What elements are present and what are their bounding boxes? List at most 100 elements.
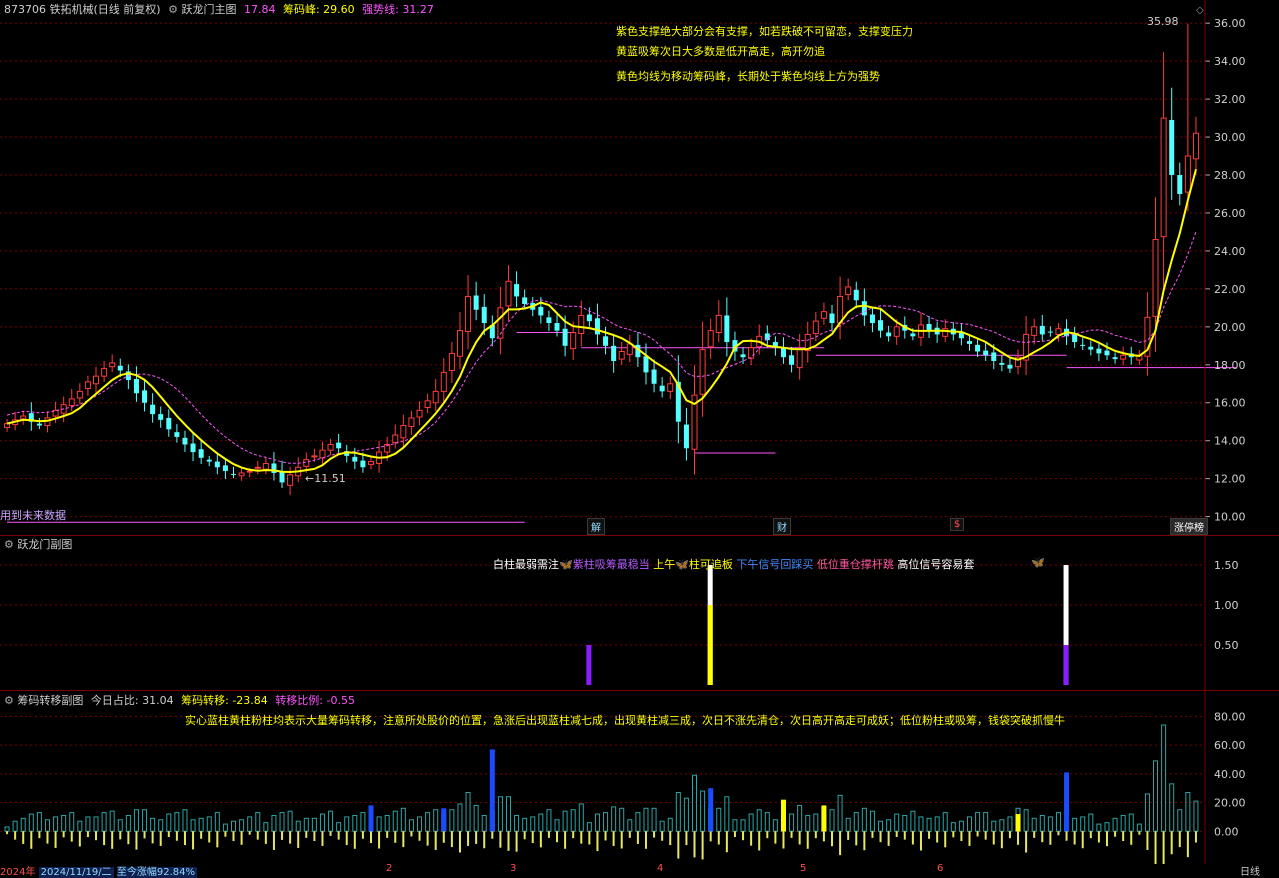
y-tick-label: 22.00 bbox=[1214, 283, 1246, 296]
flow-bar-up bbox=[158, 819, 164, 832]
flow-bar-down bbox=[628, 831, 631, 838]
candle-down bbox=[1039, 325, 1045, 335]
flow-bar-up bbox=[190, 819, 196, 832]
candle-up bbox=[707, 330, 714, 348]
flow-bar-down bbox=[458, 831, 461, 853]
flow-bar-up bbox=[611, 806, 617, 832]
flow-bar-down bbox=[750, 831, 753, 846]
marker-dollar[interactable]: $ bbox=[950, 518, 965, 531]
candle-down bbox=[230, 473, 237, 475]
flow-bar-down bbox=[1097, 831, 1100, 843]
flow-bar-up bbox=[878, 820, 884, 832]
candle-up bbox=[20, 415, 27, 420]
flow-bar-down bbox=[572, 831, 575, 839]
marker-limit-up-list[interactable]: 涨停榜 bbox=[1170, 518, 1208, 535]
flow-bar-up bbox=[36, 812, 42, 832]
flow-bar-up bbox=[311, 817, 317, 832]
candle-up bbox=[319, 449, 326, 459]
candle-up bbox=[424, 400, 431, 408]
flow-bar-up bbox=[1047, 816, 1053, 832]
security-name[interactable]: 873706 铁拓机械(日线 前复权) bbox=[4, 3, 161, 16]
marker-cai[interactable]: 财 bbox=[773, 518, 791, 535]
sub-settings-icon[interactable]: ⚙ bbox=[4, 538, 14, 551]
sub-panel-title[interactable]: 跃龙门副图 bbox=[17, 538, 72, 551]
flow-bar-up bbox=[1169, 783, 1175, 832]
flow-bar-down bbox=[855, 831, 858, 846]
price-low-label: ←11.51 bbox=[305, 472, 346, 485]
flow-bar-down bbox=[636, 831, 639, 844]
flow-bar-up bbox=[546, 809, 552, 832]
flow-bar-up bbox=[69, 812, 75, 832]
flow-bar-down bbox=[806, 831, 809, 849]
flow-bar-down bbox=[361, 831, 364, 839]
flow-settings-icon[interactable]: ⚙ bbox=[4, 694, 14, 707]
flow-bar-up bbox=[983, 812, 989, 832]
flow-bar-up bbox=[166, 813, 172, 832]
y-tick-label: 0.00 bbox=[1214, 825, 1239, 838]
flow-bar-down bbox=[442, 831, 445, 843]
flow-bar-down bbox=[256, 831, 259, 840]
flow-bar-up bbox=[594, 813, 600, 832]
flow-bar-down bbox=[410, 831, 413, 837]
flow-bar-down bbox=[766, 831, 769, 839]
main-indicator-value: 17.84 bbox=[243, 3, 276, 16]
butterfly-icon: 🦋 bbox=[675, 558, 689, 571]
flow-bar-up bbox=[1023, 809, 1029, 832]
main-chart-panel[interactable]: 36.00 34.00 32.00 30.00 28.00 26.00 24.00 22.00… bbox=[0, 0, 1279, 535]
diamond-icon[interactable]: ◇ bbox=[1196, 5, 1204, 16]
candle-down bbox=[133, 379, 139, 394]
y-tick-label: 18.00 bbox=[1214, 359, 1246, 372]
flow-bar-up bbox=[635, 812, 641, 832]
flow-bar-down bbox=[38, 831, 41, 839]
flow-bar-down bbox=[313, 831, 316, 842]
candle-up bbox=[570, 332, 577, 350]
candle-down bbox=[603, 336, 609, 346]
main-indicator-title[interactable]: 跃龙门主图 bbox=[181, 3, 236, 16]
flow-bar-down bbox=[984, 831, 987, 840]
candle-down bbox=[352, 456, 358, 462]
y-tick-label: 28.00 bbox=[1214, 169, 1246, 182]
note-line-3: 黄色均线为移动筹码峰，长期处于紫色均线上方为强势 bbox=[616, 70, 880, 83]
flow-bar-down bbox=[1033, 831, 1036, 838]
flow-bar-up bbox=[667, 817, 673, 832]
candle-down bbox=[142, 390, 148, 403]
flow-bar-down bbox=[863, 831, 866, 851]
flow-bar-up bbox=[360, 812, 366, 832]
candle-down bbox=[554, 323, 560, 331]
flow-bar-down bbox=[758, 831, 761, 851]
flow-bar-up bbox=[198, 817, 204, 832]
time-axis-bar: 2024年 2024/11/19/二 至今涨幅92.84% 2 3 4 5 6 … bbox=[0, 863, 1279, 878]
candle-up bbox=[796, 349, 803, 369]
chip-flow-panel[interactable]: 80.00 60.00 40.00 20.00 0.00 ⚙ 筹码转移副图 今日占比: … bbox=[0, 690, 1279, 878]
flow-bar-down bbox=[1089, 831, 1092, 839]
flow-bar-up bbox=[1055, 812, 1061, 832]
flow-bar-down bbox=[208, 831, 211, 843]
marker-jie[interactable]: 解 bbox=[587, 518, 605, 535]
flow-bar-up bbox=[142, 809, 148, 832]
sub-indicator-panel[interactable]: 1.50 1.00 0.50 ⚙ 跃龙门副图 白柱最弱需注🦋紫柱吸筹最稳当 上午🦋柱… bbox=[0, 535, 1279, 690]
candle-down bbox=[975, 344, 981, 352]
flow-panel-title[interactable]: 筹码转移副图 bbox=[17, 694, 83, 707]
flow-bar-down bbox=[467, 831, 470, 846]
flow-bar-up bbox=[683, 797, 689, 832]
flow-bar-down bbox=[531, 831, 534, 844]
flow-bar-up bbox=[675, 791, 681, 832]
today-ratio-label: 今日占比: bbox=[90, 694, 139, 707]
candle-down bbox=[1080, 344, 1086, 346]
flow-bar-down bbox=[394, 831, 397, 843]
candle-down bbox=[1177, 175, 1183, 194]
settings-icon[interactable]: ⚙ bbox=[168, 3, 178, 16]
flow-bar-down bbox=[547, 831, 550, 838]
flow-bar-down bbox=[70, 831, 73, 842]
y-tick-label: 40.00 bbox=[1214, 768, 1246, 781]
flow-bar-up bbox=[400, 807, 406, 832]
candle-down bbox=[991, 352, 997, 361]
flow-bar-up bbox=[643, 807, 649, 832]
flow-bar-up bbox=[352, 814, 358, 832]
flow-bar-up bbox=[295, 820, 301, 832]
flow-bar-down bbox=[135, 831, 138, 850]
flow-bar-up bbox=[934, 816, 940, 832]
gain-value: 92.84% bbox=[156, 867, 197, 878]
candle-up bbox=[456, 330, 463, 357]
flow-bar-down bbox=[264, 831, 267, 844]
